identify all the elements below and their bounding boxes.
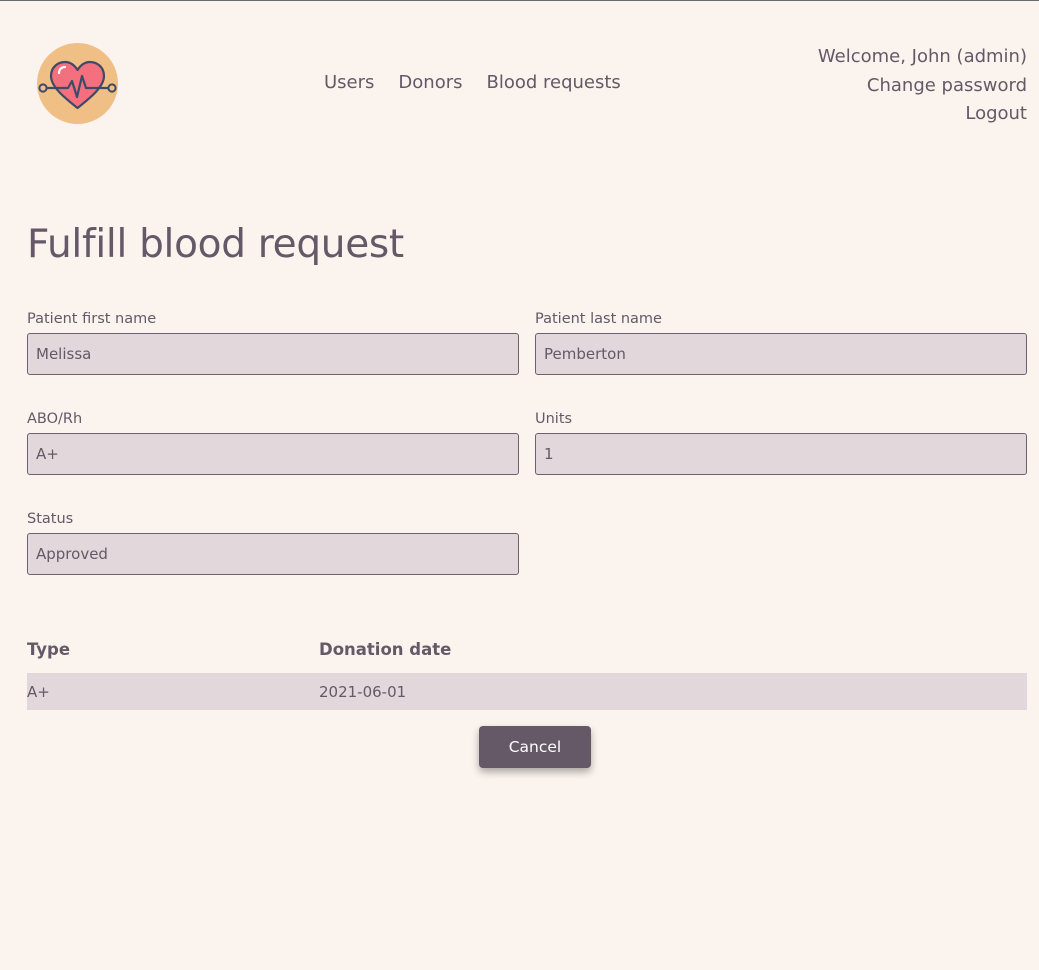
last-name-label: Patient last name	[535, 311, 662, 327]
app-logo[interactable]	[37, 43, 118, 124]
nav-donors-link[interactable]: Donors	[398, 72, 462, 93]
first-name-field-group: Patient first name	[27, 311, 519, 375]
units-input[interactable]	[535, 433, 1027, 475]
top-border	[0, 0, 1039, 1]
logout-link[interactable]: Logout	[818, 100, 1027, 129]
abo-rh-field-group: ABO/Rh	[27, 411, 519, 475]
first-name-label: Patient first name	[27, 311, 157, 327]
change-password-link[interactable]: Change password	[818, 72, 1027, 101]
page-title: Fulfill blood request	[27, 222, 404, 267]
abo-rh-input[interactable]	[27, 433, 519, 475]
last-name-input[interactable]	[535, 333, 1027, 375]
user-menu: Welcome, John (admin) Change password Lo…	[818, 43, 1027, 129]
donations-table: Type Donation date A+ 2021-06-01	[27, 626, 1027, 710]
table-header: Type Donation date	[27, 626, 1027, 673]
status-field-group: Status	[27, 511, 519, 575]
column-header-type: Type	[27, 640, 71, 659]
cell-type: A+	[27, 682, 50, 701]
status-input[interactable]	[27, 533, 519, 575]
cell-donation-date: 2021-06-01	[319, 682, 407, 701]
first-name-input[interactable]	[27, 333, 519, 375]
last-name-field-group: Patient last name	[535, 311, 1027, 375]
main-nav: Users Donors Blood requests	[324, 72, 621, 93]
table-row[interactable]: A+ 2021-06-01	[27, 673, 1027, 710]
abo-rh-label: ABO/Rh	[27, 411, 83, 427]
units-label: Units	[535, 411, 573, 427]
cancel-button[interactable]: Cancel	[479, 726, 591, 768]
heartbeat-heart-icon	[38, 60, 117, 110]
nav-users-link[interactable]: Users	[324, 72, 374, 93]
units-field-group: Units	[535, 411, 1027, 475]
column-header-donation-date: Donation date	[319, 640, 452, 659]
welcome-user-link[interactable]: Welcome, John (admin)	[818, 43, 1027, 72]
status-label: Status	[27, 511, 74, 527]
nav-blood-requests-link[interactable]: Blood requests	[486, 72, 620, 93]
